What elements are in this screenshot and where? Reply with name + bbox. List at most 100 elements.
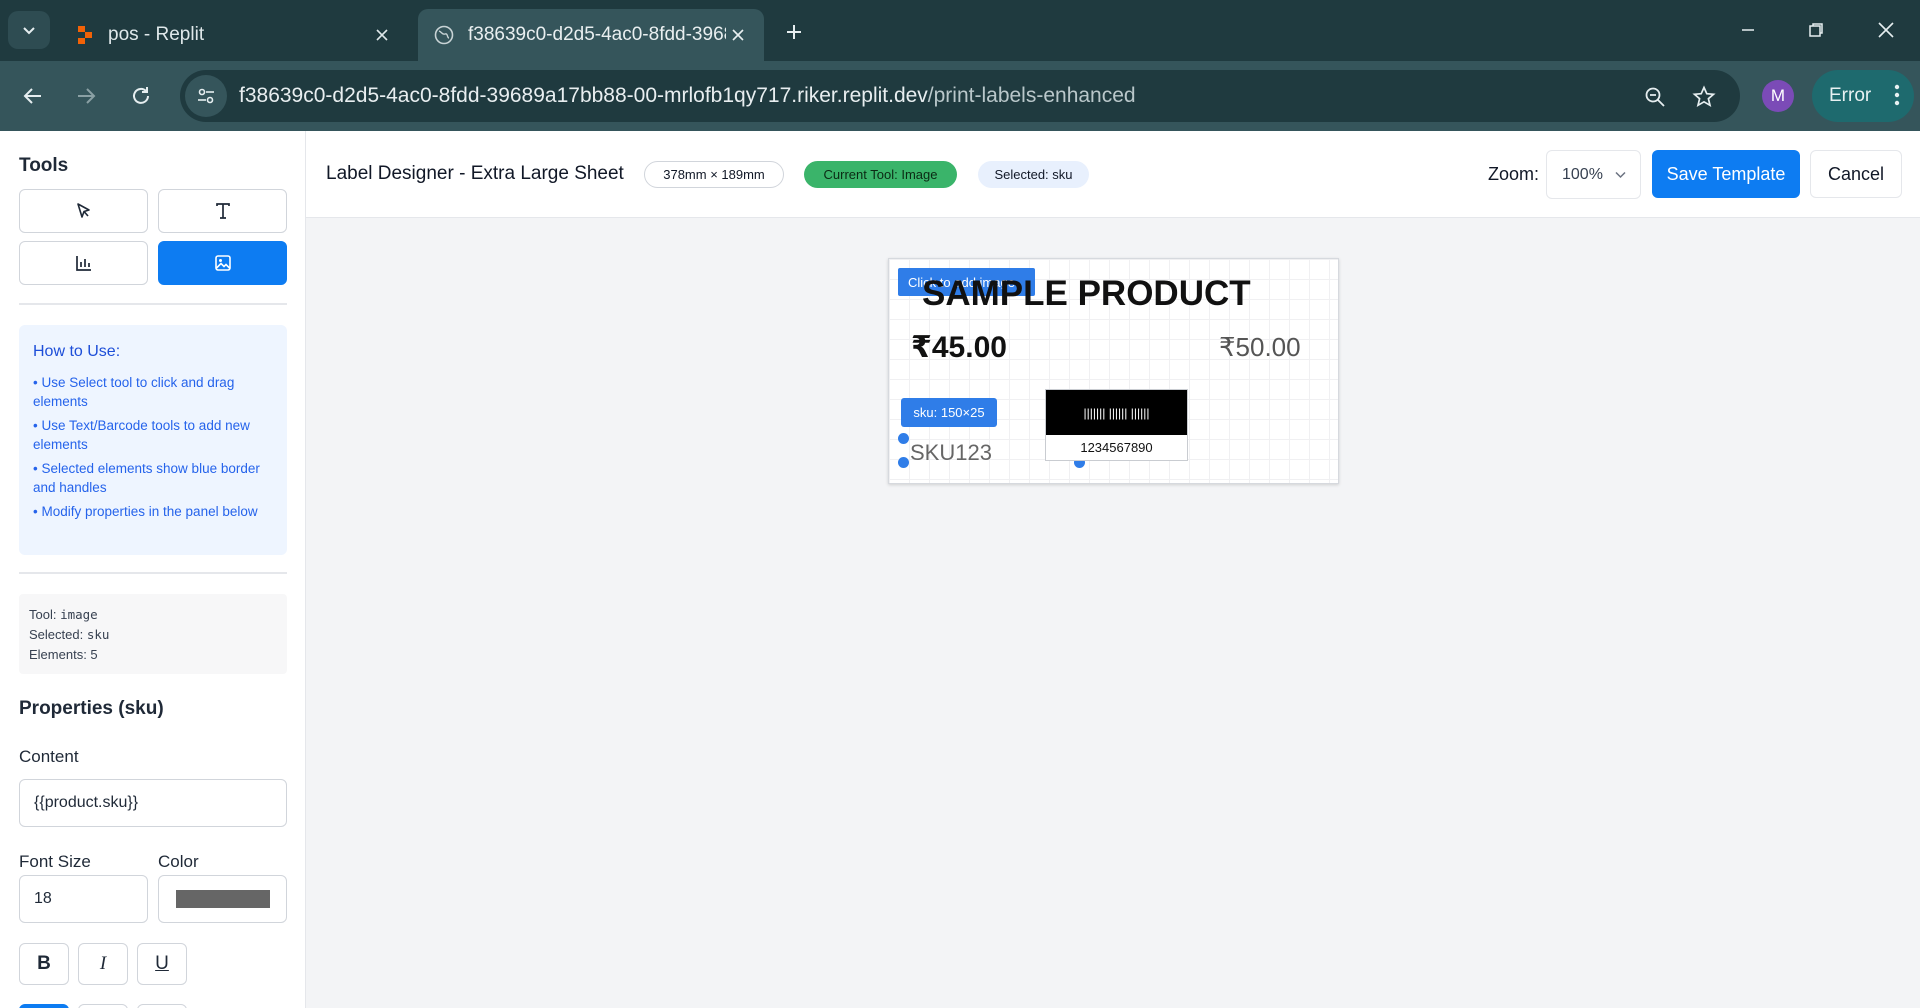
align-right-button[interactable] — [137, 1004, 187, 1008]
cursor-arrow-icon — [76, 203, 90, 218]
debug-elements-label: Elements: — [29, 647, 91, 662]
chevron-down-icon — [1615, 171, 1626, 179]
tools-heading: Tools — [19, 155, 69, 176]
url-text: f38639c0-d2d5-4ac0-8fdd-39689a17bb88-00-… — [239, 84, 1136, 108]
replit-logo-icon — [78, 26, 92, 44]
tab-title: pos - Replit — [108, 24, 205, 45]
current-tool-badge: Current Tool: Image — [804, 161, 957, 188]
sheet-size-badge: 378mm × 189mm — [644, 161, 784, 188]
tab-title: f38639c0-d2d5-4ac0-8fdd-3968 — [468, 24, 726, 45]
bookmark-button[interactable] — [1689, 82, 1719, 112]
zoom-select[interactable]: 100% — [1546, 150, 1641, 199]
url-omnibox[interactable]: f38639c0-d2d5-4ac0-8fdd-39689a17bb88-00-… — [180, 70, 1740, 122]
sku-element[interactable]: SKU123 — [910, 440, 992, 466]
how-to-use-title: How to Use: — [33, 343, 121, 360]
selected-element-badge: Selected: sku — [978, 161, 1089, 188]
save-template-button[interactable]: Save Template — [1652, 150, 1800, 198]
barcode-element[interactable]: ||||||| |||||| |||||| 1234567890 — [1045, 389, 1188, 461]
debug-info-panel: Tool: image Selected: sku Elements: 5 — [19, 594, 287, 674]
close-icon — [1878, 22, 1894, 38]
how-to-item: • Modify properties in the panel below — [33, 504, 258, 519]
cancel-button[interactable]: Cancel — [1810, 150, 1902, 198]
image-icon — [214, 255, 231, 271]
content-input[interactable]: {{product.sku}} — [19, 779, 287, 827]
how-to-item: • Use Text/Barcode tools to add new elem… — [33, 418, 250, 452]
debug-elements-value: 5 — [90, 647, 98, 662]
close-tab-button[interactable] — [726, 23, 750, 47]
star-icon — [1692, 85, 1716, 108]
debug-selected-value: sku — [86, 627, 110, 642]
debug-tool-label: Tool: — [29, 607, 61, 622]
globe-icon — [434, 25, 454, 45]
browser-address-bar: f38639c0-d2d5-4ac0-8fdd-39689a17bb88-00-… — [0, 61, 1920, 131]
align-left-button[interactable] — [19, 1004, 69, 1008]
how-to-use-panel: How to Use: • Use Select tool to click a… — [19, 325, 287, 555]
restore-icon — [1809, 23, 1823, 37]
back-button[interactable] — [15, 78, 51, 114]
reload-icon — [133, 87, 149, 104]
how-to-item: • Use Select tool to click and drag elem… — [33, 375, 235, 409]
arrow-right-icon — [78, 88, 96, 104]
zoom-label: Zoom: — [1488, 164, 1540, 184]
debug-selected-line: Selected: sku — [29, 625, 277, 645]
tool-select-button[interactable] — [19, 189, 148, 233]
url-host: f38639c0-d2d5-4ac0-8fdd-39689a17bb88-00-… — [239, 84, 928, 107]
debug-elements-line: Elements: 5 — [29, 645, 277, 665]
bold-button[interactable]: B — [19, 943, 69, 985]
text-t-icon — [215, 203, 230, 219]
italic-button[interactable]: I — [78, 943, 128, 985]
plus-icon — [787, 25, 801, 39]
reload-button[interactable] — [123, 78, 159, 114]
selected-element-tag: sku: 150×25 — [901, 398, 997, 427]
debug-selected-label: Selected: — [29, 627, 87, 642]
close-icon — [376, 29, 388, 41]
minimize-icon — [1742, 29, 1754, 31]
minimize-window-button[interactable] — [1728, 14, 1768, 46]
font-size-label: Font Size — [19, 852, 91, 871]
content-label: Content — [19, 747, 79, 766]
color-swatch — [176, 890, 270, 908]
sidebar-divider — [19, 572, 287, 574]
zoom-page-button[interactable] — [1640, 82, 1670, 112]
barcode-bars: ||||||| |||||| |||||| — [1046, 390, 1187, 435]
properties-heading: Properties (sku) — [19, 698, 164, 719]
underline-button[interactable]: U — [137, 943, 187, 985]
close-tab-button[interactable] — [370, 23, 394, 47]
zoom-out-icon — [1645, 87, 1665, 107]
browser-error-button[interactable]: Error — [1812, 70, 1914, 122]
tool-text-button[interactable] — [158, 189, 287, 233]
designer-sidebar: Tools How to Use: • Use Select tool to c… — [0, 131, 306, 1008]
new-tab-button[interactable] — [780, 18, 808, 46]
how-to-use-list: • Use Select tool to click and drag elem… — [33, 373, 273, 521]
font-size-input[interactable]: 18 — [19, 875, 148, 923]
design-canvas-area[interactable]: Click to add image SAMPLE PRODUCT ₹45.00… — [306, 218, 1920, 1008]
close-icon — [732, 29, 744, 41]
resize-handle[interactable] — [898, 433, 909, 444]
tab-search-button[interactable] — [8, 11, 50, 49]
debug-tool-value: image — [60, 607, 98, 622]
align-center-button[interactable] — [78, 1004, 128, 1008]
how-to-item: • Selected elements show blue border and… — [33, 461, 260, 495]
zoom-value: 100% — [1562, 165, 1603, 183]
product-name-element[interactable]: SAMPLE PRODUCT — [922, 274, 1251, 314]
forward-button[interactable] — [68, 78, 104, 114]
resize-handle[interactable] — [898, 457, 909, 468]
url-path: /print-labels-enhanced — [927, 84, 1136, 107]
site-info-button[interactable] — [185, 75, 227, 117]
tab-active-page[interactable]: f38639c0-d2d5-4ac0-8fdd-3968 — [418, 9, 764, 61]
browser-tab-bar: pos - Replit f38639c0-d2d5-4ac0-8fdd-396… — [0, 0, 1920, 61]
tool-barcode-button[interactable] — [19, 241, 148, 285]
error-label: Error — [1829, 85, 1872, 106]
label-canvas[interactable]: Click to add image SAMPLE PRODUCT ₹45.00… — [888, 258, 1339, 484]
bar-chart-icon — [75, 256, 91, 271]
tool-image-button[interactable] — [158, 241, 287, 285]
close-window-button[interactable] — [1866, 14, 1906, 46]
price-element[interactable]: ₹45.00 — [911, 330, 1007, 365]
mrp-element[interactable]: ₹50.00 — [1219, 332, 1301, 363]
tab-replit[interactable]: pos - Replit — [60, 9, 408, 61]
tune-icon — [198, 88, 214, 104]
debug-tool-line: Tool: image — [29, 605, 277, 625]
profile-avatar[interactable]: M — [1762, 80, 1794, 112]
restore-window-button[interactable] — [1796, 14, 1836, 46]
color-label: Color — [158, 852, 199, 871]
